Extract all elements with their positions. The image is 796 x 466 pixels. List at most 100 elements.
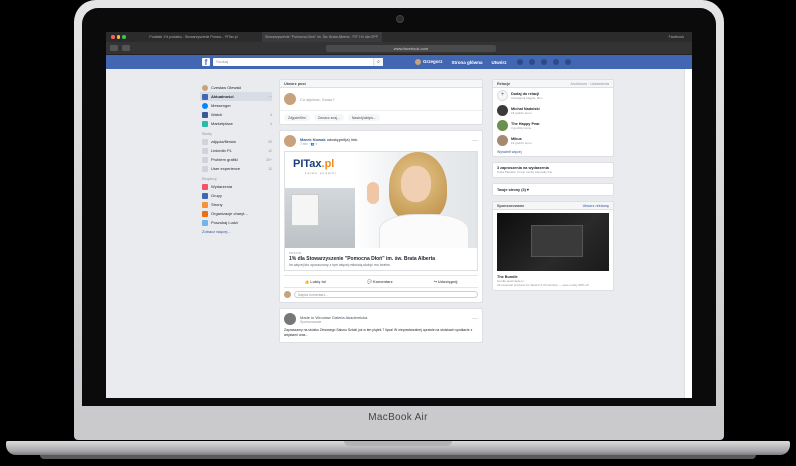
- explore-heading: Eksploruj: [202, 177, 217, 181]
- like-button[interactable]: 👍 Lubię to!: [304, 279, 326, 284]
- composer-input[interactable]: Co słychać, Gosiu?: [280, 88, 482, 110]
- more-options-icon[interactable]: ···: [472, 316, 478, 322]
- ad-header: Sponsorowane Utwórz reklamę: [493, 202, 613, 210]
- search-input[interactable]: Szukaj ⌕: [213, 58, 383, 66]
- tag-friends-button[interactable]: Oznacz znaj...: [313, 114, 344, 121]
- link-description: Im więcej kto opuszczony z tym więcej mi…: [289, 263, 390, 267]
- post-action: udostępnił(a) link.: [326, 136, 359, 142]
- see-more-stories[interactable]: Wyświetl więcej: [493, 148, 613, 156]
- more-options-icon[interactable]: ···: [472, 138, 478, 144]
- sidebar-item-label: Watch: [211, 112, 223, 117]
- header-icons: [516, 59, 571, 65]
- avatar[interactable]: [284, 135, 296, 147]
- stories-links[interactable]: Archiwum · Ustawienia: [570, 80, 609, 87]
- shortcut-item[interactable]: zdjęcia/filmów 20: [200, 137, 272, 146]
- logo-accent: .pl: [321, 158, 335, 170]
- avatar: [497, 105, 508, 116]
- pages-label: Twoje strony (3) ▾: [497, 188, 529, 192]
- see-more-link[interactable]: Zobacz więcej...: [200, 227, 272, 236]
- nav-home[interactable]: Strona główna: [452, 60, 483, 65]
- sidebar-item-watch[interactable]: Watch 4: [200, 110, 272, 119]
- explore-item-people[interactable]: Poszukaj Ludzi: [200, 218, 272, 227]
- nav-profile[interactable]: Grzegorz: [415, 59, 443, 65]
- share-label: Udostępnij: [437, 280, 458, 284]
- ad-image[interactable]: [497, 213, 609, 271]
- plus-icon: +: [497, 90, 508, 101]
- sidebar-item-news-feed[interactable]: Aktualności ···: [200, 92, 272, 101]
- story-sub: 3 godziny temu: [511, 125, 532, 130]
- explore-item-pages[interactable]: Strony: [200, 200, 272, 209]
- forward-icon[interactable]: [122, 45, 130, 51]
- link-title[interactable]: 1% dla Stowarzyszenie "Pomocna Dłoń" im.…: [289, 256, 473, 262]
- shortcut-item[interactable]: Linkedin PL 12: [200, 146, 272, 155]
- create-ad-link[interactable]: Utwórz reklamę: [583, 202, 609, 209]
- story-name: Dodaj do relacji: [511, 91, 540, 96]
- share-button[interactable]: ↪ Udostępnij: [434, 279, 458, 284]
- shortcut-label: zdjęcia/filmów: [211, 139, 236, 144]
- post-meta: Sponsorowane: [300, 319, 322, 324]
- comment-label: Komentarz: [373, 280, 393, 284]
- story-add[interactable]: + Dodaj do relacji Udostępnij zdjęcie, fil…: [493, 88, 613, 103]
- avatar: [284, 93, 296, 105]
- notifications-icon[interactable]: [540, 59, 547, 65]
- back-icon[interactable]: [110, 45, 118, 51]
- tab-facebook[interactable]: Facebook: [669, 35, 684, 39]
- minimize-icon[interactable]: [116, 35, 120, 39]
- shortcut-count: 20: [268, 139, 272, 144]
- tab-bar: Podatek 1% podatku - Stowarzyszenie Pomo…: [106, 32, 692, 42]
- help-icon[interactable]: [552, 59, 559, 65]
- explore-item-charity[interactable]: Organizacje charyt...: [200, 209, 272, 218]
- story-item[interactable]: Mikus 19 godzin temu: [493, 133, 613, 148]
- feeling-button[interactable]: Nastrój/aktyw...: [347, 114, 380, 121]
- sidebar-item-marketplace[interactable]: Marketplace 4: [200, 119, 272, 128]
- nav-profile-label: Grzegorz: [423, 59, 443, 65]
- shortcut-item[interactable]: Problem grafiki 20+: [200, 155, 272, 164]
- post-author[interactable]: Marek Nowak: [300, 137, 326, 142]
- shortcut-label: User experience: [211, 166, 241, 171]
- tab-pitax[interactable]: Podatek 1% podatku - Stowarzyszenie Pomo…: [134, 35, 254, 39]
- pages-card[interactable]: Twoje strony (3) ▾: [492, 183, 614, 196]
- tab-stowarzyszenie[interactable]: Stowarzyszenie "Pomocna Dłoń" im. Św. Br…: [261, 32, 382, 42]
- shared-link[interactable]: PITax.pl Łatwe podatki PITAX.PL 1% dla S…: [284, 151, 478, 271]
- search-placeholder: Szukaj: [216, 59, 229, 64]
- messenger-icon[interactable]: [528, 59, 535, 65]
- story-item[interactable]: The Happy Pear 3 godziny temu: [493, 118, 613, 133]
- sidebar-item-messenger[interactable]: Messenger: [200, 101, 272, 110]
- friends-icon[interactable]: [516, 59, 523, 65]
- address-bar[interactable]: www.facebook.com: [326, 44, 496, 52]
- feed-post: Marek Nowak udostępnił(a) link. 7 min · …: [279, 130, 483, 303]
- avatar: [497, 135, 508, 146]
- heart-icon: [202, 210, 208, 217]
- close-icon[interactable]: [111, 35, 115, 39]
- window-controls: [111, 35, 126, 39]
- photo-video-button[interactable]: Zdjęcie/film: [284, 114, 310, 121]
- post-header: Made in Wrocław Galeria Akademicka Spons…: [284, 313, 478, 325]
- events-sub: Kuba Plecała i 2 inne osoby zaprosiły Ci…: [497, 170, 553, 174]
- maximize-icon[interactable]: [122, 35, 126, 39]
- avatar: [284, 291, 291, 298]
- sidebar-item-label: Messenger: [211, 103, 231, 108]
- avatar[interactable]: [284, 313, 296, 325]
- pitax-logo: PITax.pl: [293, 158, 334, 170]
- explore-item-events[interactable]: Wydarzenia: [200, 182, 272, 191]
- story-item[interactable]: Michał Nadolski 18 godzin temu: [493, 103, 613, 118]
- explore-item-groups[interactable]: Grupy: [200, 191, 272, 200]
- explore-label: Organizacje charyt...: [211, 211, 248, 216]
- search-icon[interactable]: ⌕: [373, 58, 383, 66]
- chevron-down-icon[interactable]: [564, 59, 571, 65]
- shortcut-count: 12: [268, 148, 272, 153]
- shortcut-label: Linkedin PL: [211, 148, 232, 153]
- chat-sidebar[interactable]: [684, 69, 692, 398]
- sidebar-item-count: 4: [270, 112, 272, 117]
- news-feed: Utwórz post Co słychać, Gosiu? Zdjęcie/f…: [279, 79, 483, 348]
- shortcut-item[interactable]: User experience 12: [200, 164, 272, 173]
- post-author[interactable]: Made in Wrocław Galeria Akademicka: [300, 315, 367, 320]
- camera-icon: [396, 15, 404, 23]
- left-sidebar: Czesław Olewski Aktualności ··· Messenger…: [200, 83, 272, 236]
- comment-input[interactable]: Napisz komentarz...: [294, 291, 478, 298]
- facebook-logo-icon[interactable]: f: [202, 58, 210, 67]
- nav-create[interactable]: Utwórz: [492, 60, 507, 65]
- events-card[interactable]: 3 zaproszenia na wydarzenia Kuba Plecała…: [492, 162, 614, 178]
- comment-button[interactable]: 💬 Komentarz: [367, 279, 392, 284]
- sidebar-profile[interactable]: Czesław Olewski: [200, 83, 272, 92]
